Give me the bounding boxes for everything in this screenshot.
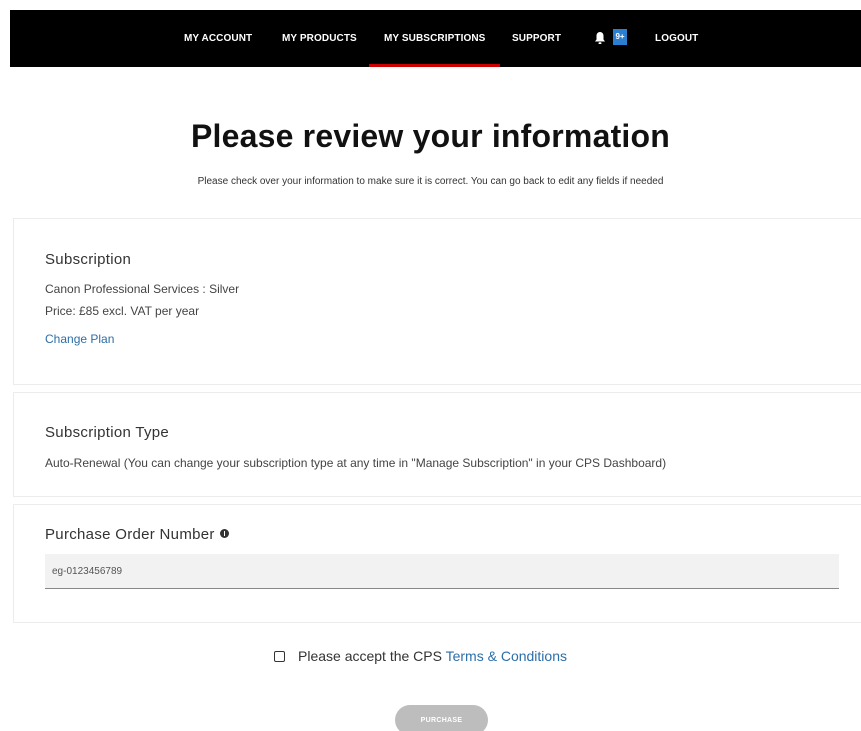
subscription-price: Price: £85 excl. VAT per year (45, 304, 200, 318)
subscription-card: Subscription Canon Professional Services… (13, 218, 861, 385)
change-plan-link[interactable]: Change Plan (45, 332, 114, 346)
notification-badge[interactable]: 9+ (613, 29, 627, 45)
nav-my-subscriptions[interactable]: MY SUBSCRIPTIONS (368, 10, 501, 67)
purchase-order-input[interactable] (45, 554, 839, 589)
purchase-order-label: Purchase Order Number (45, 526, 215, 543)
subscription-type-description: Auto-Renewal (You can change your subscr… (45, 456, 667, 470)
purchase-order-card: Purchase Order Number (13, 504, 861, 623)
top-navbar: MY ACCOUNT MY PRODUCTS MY SUBSCRIPTIONS … (10, 10, 861, 67)
subscription-type-card: Subscription Type Auto-Renewal (You can … (13, 392, 861, 497)
purchase-button[interactable]: PURCHASE (395, 705, 488, 731)
page-subtitle: Please check over your information to ma… (197, 176, 664, 187)
nav-support[interactable]: SUPPORT (512, 10, 561, 67)
page-title: Please review your information (190, 118, 671, 154)
nav-my-account[interactable]: MY ACCOUNT (184, 10, 252, 67)
subscription-type-heading: Subscription Type (45, 424, 170, 441)
info-icon[interactable] (219, 529, 229, 538)
terms-checkbox[interactable] (274, 651, 285, 662)
terms-row: Please accept the CPS Terms & Conditions (274, 648, 567, 664)
nav-my-products[interactable]: MY PRODUCTS (282, 10, 357, 67)
terms-prefix: Please accept the CPS (298, 648, 446, 664)
nav-logout[interactable]: LOGOUT (655, 10, 698, 67)
terms-conditions-link[interactable]: Terms & Conditions (446, 648, 567, 664)
bell-icon[interactable] (594, 31, 606, 45)
subscription-plan: Canon Professional Services : Silver (45, 282, 240, 296)
subscription-heading: Subscription (45, 251, 132, 268)
purchase-order-heading: Purchase Order Number (45, 526, 229, 543)
